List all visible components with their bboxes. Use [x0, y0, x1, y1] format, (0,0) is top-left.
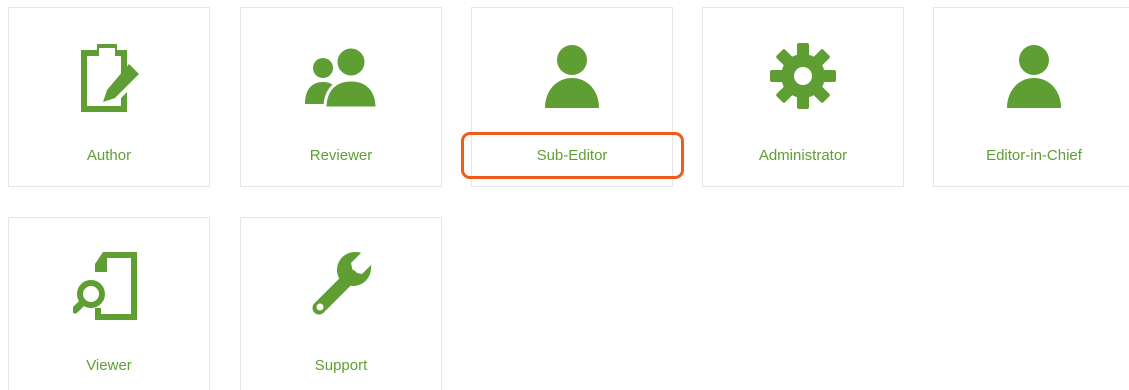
role-label: Reviewer [309, 147, 373, 164]
role-label: Editor-in-Chief [986, 147, 1082, 164]
user-icon [472, 40, 672, 112]
role-tile-sub-editor[interactable]: Sub-Editor [471, 7, 673, 187]
role-label: Sub-Editor [536, 147, 608, 164]
role-tile-viewer[interactable]: Viewer [8, 217, 210, 390]
users-icon [241, 40, 441, 112]
role-label: Support [314, 357, 368, 374]
role-tile-editor-in-chief[interactable]: Editor-in-Chief [933, 7, 1129, 187]
role-label: Author [86, 147, 132, 164]
role-tile-reviewer[interactable]: Reviewer [240, 7, 442, 187]
role-tile-support[interactable]: Support [240, 217, 442, 390]
wrench-icon [241, 250, 441, 322]
role-tile-administrator[interactable]: Administrator [702, 7, 904, 187]
role-label: Administrator [758, 147, 848, 164]
role-tile-author[interactable]: Author [8, 7, 210, 187]
document-search-icon [9, 250, 209, 322]
clipboard-edit-icon [9, 40, 209, 112]
role-selection-grid: Author Reviewer Sub-Editor Administrator… [0, 0, 1129, 390]
gear-icon [703, 40, 903, 112]
role-label: Viewer [86, 357, 132, 374]
user-icon [934, 40, 1129, 112]
